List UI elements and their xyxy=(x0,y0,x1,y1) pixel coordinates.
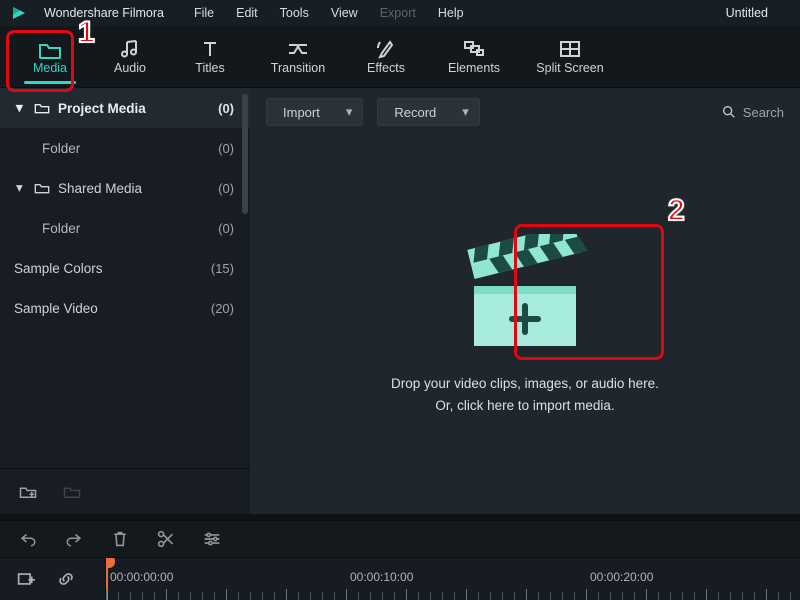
main-tabs: Media Audio Titles Transition Effects El… xyxy=(0,26,800,88)
app-window: Wondershare Filmora File Edit Tools View… xyxy=(0,0,800,600)
drop-line-2: Or, click here to import media. xyxy=(391,395,659,417)
sidebar-item-label: Folder xyxy=(42,221,80,236)
sidebar-item-count: (0) xyxy=(218,181,234,196)
menu-file[interactable]: File xyxy=(194,6,214,20)
sidebar-item-sample-video[interactable]: Sample Video (20) xyxy=(0,288,250,328)
caret-down-icon: ▾ xyxy=(16,100,28,116)
record-dropdown[interactable]: Record ▾ xyxy=(377,98,479,126)
sidebar-item-project-media[interactable]: ▾ Project Media (0) xyxy=(0,88,250,128)
adjust-button[interactable] xyxy=(202,529,222,549)
timeline-ticks xyxy=(106,588,800,600)
sidebar-item-count: (15) xyxy=(211,261,234,276)
split-button[interactable] xyxy=(156,529,176,549)
undo-button[interactable] xyxy=(18,529,38,549)
import-drop-zone[interactable]: Drop your video clips, images, or audio … xyxy=(250,136,800,514)
delete-folder-button[interactable] xyxy=(62,482,82,502)
add-track-button[interactable] xyxy=(16,569,36,589)
tab-titles-label: Titles xyxy=(195,61,224,75)
tab-elements[interactable]: Elements xyxy=(426,26,522,88)
sidebar-item-count: (0) xyxy=(218,141,234,156)
sidebar-item-label: Sample Video xyxy=(14,301,98,316)
sidebar-scrollbar[interactable] xyxy=(242,90,248,250)
app-name: Wondershare Filmora xyxy=(44,6,164,20)
menu-edit[interactable]: Edit xyxy=(236,6,258,20)
redo-button[interactable] xyxy=(64,529,84,549)
tab-effects[interactable]: Effects xyxy=(346,26,426,88)
folder-icon xyxy=(34,101,50,115)
timecode: 00:00:20:00 xyxy=(590,570,653,584)
title-bar: Wondershare Filmora File Edit Tools View… xyxy=(0,0,800,26)
menu-bar: File Edit Tools View Export Help xyxy=(194,6,464,20)
tab-titles[interactable]: Titles xyxy=(170,26,250,88)
search-input[interactable]: Search xyxy=(721,104,784,120)
tab-split-label: Split Screen xyxy=(536,61,603,75)
menu-view[interactable]: View xyxy=(331,6,358,20)
sidebar-item-count: (0) xyxy=(218,101,234,116)
sidebar-item-count: (0) xyxy=(218,221,234,236)
media-panel: Import ▾ Record ▾ Search xyxy=(250,88,800,514)
tab-transition[interactable]: Transition xyxy=(250,26,346,88)
sidebar-item-project-folder[interactable]: Folder (0) xyxy=(0,128,250,168)
tab-elements-label: Elements xyxy=(448,61,500,75)
folder-icon xyxy=(34,181,50,195)
media-toolbar: Import ▾ Record ▾ Search xyxy=(250,88,800,136)
scrollbar-thumb[interactable] xyxy=(242,94,248,214)
sidebar-footer xyxy=(0,468,250,514)
timeline-left-controls xyxy=(0,558,106,600)
link-button[interactable] xyxy=(56,569,76,589)
menu-tools[interactable]: Tools xyxy=(280,6,309,20)
tab-media[interactable]: Media xyxy=(10,26,90,88)
sidebar-item-label: Folder xyxy=(42,141,80,156)
tab-audio[interactable]: Audio xyxy=(90,26,170,88)
drop-line-1: Drop your video clips, images, or audio … xyxy=(391,373,659,395)
app-logo-icon xyxy=(10,4,28,22)
sidebar-item-shared-folder[interactable]: Folder (0) xyxy=(0,208,250,248)
sidebar-item-label: Project Media xyxy=(58,101,146,116)
import-label: Import xyxy=(283,105,320,120)
tab-transition-label: Transition xyxy=(271,61,325,75)
timeline-toolbar xyxy=(0,520,800,558)
delete-button[interactable] xyxy=(110,529,130,549)
sidebar-item-label: Sample Colors xyxy=(14,261,103,276)
sidebar-item-sample-colors[interactable]: Sample Colors (15) xyxy=(0,248,250,288)
media-sidebar: ▾ Project Media (0) Folder (0) ▾ xyxy=(0,88,250,514)
tab-effects-label: Effects xyxy=(367,61,405,75)
clapperboard-icon xyxy=(460,234,590,357)
tab-split-screen[interactable]: Split Screen xyxy=(522,26,618,88)
tab-media-label: Media xyxy=(33,61,67,75)
search-icon xyxy=(721,104,737,120)
record-label: Record xyxy=(394,105,436,120)
timecode: 00:00:10:00 xyxy=(350,570,413,584)
tab-audio-label: Audio xyxy=(114,61,146,75)
menu-export: Export xyxy=(380,6,416,20)
drop-zone-text: Drop your video clips, images, or audio … xyxy=(391,373,659,416)
timeline[interactable]: 00:00:00:00 00:00:10:00 00:00:20:00 xyxy=(0,558,800,600)
chevron-down-icon: ▾ xyxy=(462,104,469,120)
workspace: ▾ Project Media (0) Folder (0) ▾ xyxy=(0,88,800,514)
chevron-down-icon: ▾ xyxy=(346,104,353,120)
timeline-ruler[interactable]: 00:00:00:00 00:00:10:00 00:00:20:00 xyxy=(106,558,800,600)
import-dropdown[interactable]: Import ▾ xyxy=(266,98,363,126)
sidebar-item-count: (20) xyxy=(211,301,234,316)
caret-down-icon: ▾ xyxy=(16,180,28,196)
sidebar-item-shared-media[interactable]: ▾ Shared Media (0) xyxy=(0,168,250,208)
search-placeholder: Search xyxy=(743,105,784,120)
project-title: Untitled xyxy=(726,6,768,20)
sidebar-item-label: Shared Media xyxy=(58,181,142,196)
timecode: 00:00:00:00 xyxy=(110,570,173,584)
menu-help[interactable]: Help xyxy=(438,6,464,20)
new-folder-button[interactable] xyxy=(18,482,38,502)
